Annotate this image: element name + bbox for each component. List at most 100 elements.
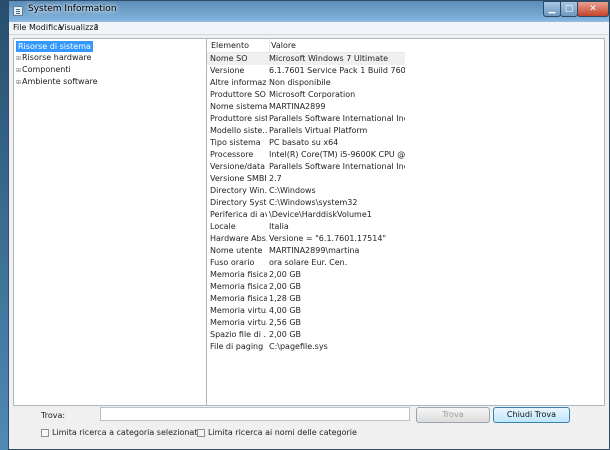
cell-elemento: Fuso orario — [210, 258, 255, 267]
table-row[interactable]: Locale Italia — [207, 221, 405, 233]
find-input[interactable] — [100, 407, 410, 421]
table-row[interactable]: Periferica di av...\Device\HarddiskVolum… — [207, 209, 405, 221]
cell-elemento: File di paging — [210, 342, 264, 351]
table-row[interactable]: Versione 6.1.7601 Service Pack 1 Build 76… — [207, 65, 405, 77]
menu-modifica[interactable]: Modifica — [29, 23, 62, 32]
cell-elemento: Tipo sistema — [210, 138, 261, 147]
cell-valore: 1,28 GB — [269, 294, 302, 303]
cell-elemento: Versione SMBI... — [210, 174, 267, 183]
cell-valore: Parallels Software International Inc. — [269, 114, 405, 123]
tree-item-risorse-di-sistema[interactable]: Risorse di sistema — [16, 41, 93, 52]
cell-valore: 2,00 GB — [269, 282, 302, 291]
table-row[interactable]: Versione SMBI...2.7 — [207, 173, 405, 185]
table-row[interactable]: File di paging C:\pagefile.sys — [207, 341, 405, 353]
checkbox-icon[interactable] — [197, 428, 205, 437]
cell-elemento: Directory Win... — [210, 186, 267, 195]
cell-elemento: Memoria fisica... — [210, 282, 267, 291]
find-bar: Trova: Trova Chiudi Trova Limita ricerca… — [9, 407, 609, 449]
cell-valore: Microsoft Corporation — [269, 90, 356, 99]
table-row[interactable]: Directory Win... C:\Windows — [207, 185, 405, 197]
cell-valore: C:\pagefile.sys — [269, 342, 328, 351]
cell-valore: MARTINA2899\martina — [269, 246, 360, 255]
column-header-valore[interactable]: Valore — [270, 39, 405, 53]
close-button[interactable]: ✕ — [577, 1, 609, 17]
table-row[interactable]: Modello siste... Parallels Virtual Platfo… — [207, 125, 405, 137]
table-row[interactable]: Fuso orario ora solare Eur. Cen. — [207, 257, 405, 269]
table-row[interactable]: Produttore SO Microsoft Corporation — [207, 89, 405, 101]
cell-valore: C:\Windows\system32 — [269, 198, 358, 207]
cell-elemento: Nome sistema — [210, 102, 267, 111]
client-area: Risorse di sistema ⊞Risorse hardware ⊞Co… — [9, 35, 609, 449]
cell-valore: Intel(R) Core(TM) i5-9600K CPU @ 3.... — [269, 150, 405, 159]
cell-elemento: Memoria fisica... — [210, 270, 267, 279]
checkbox-icon[interactable] — [41, 428, 49, 437]
window-title: System Information — [28, 4, 117, 14]
title-bar[interactable]: System Information ▁ ▢ ✕ — [9, 1, 609, 21]
cell-valore: Non disponibile — [269, 78, 331, 87]
menu-help[interactable]: ? — [94, 23, 98, 32]
cell-valore: ora solare Eur. Cen. — [269, 258, 348, 267]
table-row[interactable]: Memoria fisica...2,00 GB — [207, 269, 405, 281]
cell-valore: Parallels Virtual Platform — [269, 126, 368, 135]
cell-valore: 4,00 GB — [269, 306, 302, 315]
menu-file[interactable]: File — [13, 23, 26, 32]
category-tree[interactable]: Risorse di sistema ⊞Risorse hardware ⊞Co… — [13, 38, 208, 406]
checkbox-label: Limita ricerca ai nomi delle categorie — [208, 428, 357, 437]
cell-elemento: Memoria virtu... — [210, 306, 267, 315]
table-row[interactable]: Nome SO Microsoft Windows 7 Ultimate — [207, 53, 405, 65]
table-row[interactable]: Nome sistema MARTINA2899 — [207, 101, 405, 113]
cell-valore: 2,00 GB — [269, 330, 302, 339]
find-button[interactable]: Trova — [416, 407, 490, 423]
table-row[interactable]: Altre informazi...Non disponibile — [207, 77, 405, 89]
maximize-button[interactable]: ▢ — [560, 1, 578, 17]
tree-item-risorse-hardware[interactable]: ⊞Risorse hardware — [16, 53, 91, 62]
table-row[interactable]: Hardware Abs...Versione = "6.1.7601.1751… — [207, 233, 405, 245]
cell-elemento: Periferica di av... — [210, 210, 267, 219]
cell-elemento: Locale — [210, 222, 236, 231]
system-information-window: System Information ▁ ▢ ✕ File Modifica V… — [8, 0, 610, 450]
cell-elemento: Spazio file di ... — [210, 330, 267, 339]
cell-elemento: Processore — [210, 150, 254, 159]
cell-valore: MARTINA2899 — [269, 102, 326, 111]
table-row[interactable]: Memoria virtu...2,56 GB — [207, 317, 405, 329]
cell-valore: \Device\HarddiskVolume1 — [269, 210, 372, 219]
cell-valore: C:\Windows — [269, 186, 316, 195]
find-label: Trova: — [41, 411, 66, 420]
tree-item-ambiente-software[interactable]: ⊞Ambiente software — [16, 77, 98, 86]
tree-item-label: Ambiente software — [22, 77, 98, 86]
cell-valore: Italia — [269, 222, 289, 231]
tree-item-label: Componenti — [22, 65, 71, 74]
table-row[interactable]: Processore Intel(R) Core(TM) i5-9600K CPU… — [207, 149, 405, 161]
table-row[interactable]: Directory Syst...C:\Windows\system32 — [207, 197, 405, 209]
table-row[interactable]: Memoria fisica...2,00 GB — [207, 281, 405, 293]
table-row[interactable]: Versione/data ...Parallels Software Inte… — [207, 161, 405, 173]
table-row[interactable]: Nome utente MARTINA2899\martina — [207, 245, 405, 257]
system-information-icon — [13, 6, 23, 16]
table-row[interactable]: Tipo sistema PC basato su x64 — [207, 137, 405, 149]
cell-valore: 6.1.7601 Service Pack 1 Build 7601 — [269, 66, 405, 75]
cell-elemento: Directory Syst... — [210, 198, 267, 207]
cell-elemento: Memoria virtu... — [210, 318, 267, 327]
table-row[interactable]: Produttore sist...Parallels Software Int… — [207, 113, 405, 125]
close-find-button[interactable]: Chiudi Trova — [493, 407, 570, 423]
menu-visualizza[interactable]: Visualizza — [59, 23, 98, 32]
desktop-background — [0, 0, 8, 450]
cell-elemento: Memoria fisica... — [210, 294, 267, 303]
limit-category-checkbox[interactable]: Limita ricerca a categoria selezionata — [41, 428, 202, 437]
table-row[interactable]: Memoria fisica...1,28 GB — [207, 293, 405, 305]
menu-bar: File Modifica Visualizza ? — [9, 22, 609, 35]
tree-item-label: Risorse hardware — [22, 53, 92, 62]
cell-elemento: Altre informazi... — [210, 78, 267, 87]
tree-item-componenti[interactable]: ⊞Componenti — [16, 65, 71, 74]
cell-elemento: Versione — [210, 66, 245, 75]
cell-elemento: Produttore SO — [210, 90, 266, 99]
cell-elemento: Versione/data ... — [210, 162, 267, 171]
cell-valore: Parallels Software International Inc. 1.… — [269, 162, 405, 171]
minimize-button[interactable]: ▁ — [543, 1, 561, 17]
table-row[interactable]: Spazio file di ... 2,00 GB — [207, 329, 405, 341]
checkbox-label: Limita ricerca a categoria selezionata — [52, 428, 203, 437]
table-row[interactable]: Memoria virtu...4,00 GB — [207, 305, 405, 317]
column-header-elemento[interactable]: Elemento — [207, 39, 270, 53]
details-list[interactable]: Elemento Valore Nome SO Microsoft Windows… — [206, 38, 605, 406]
limit-names-checkbox[interactable]: Limita ricerca ai nomi delle categorie — [197, 428, 357, 437]
